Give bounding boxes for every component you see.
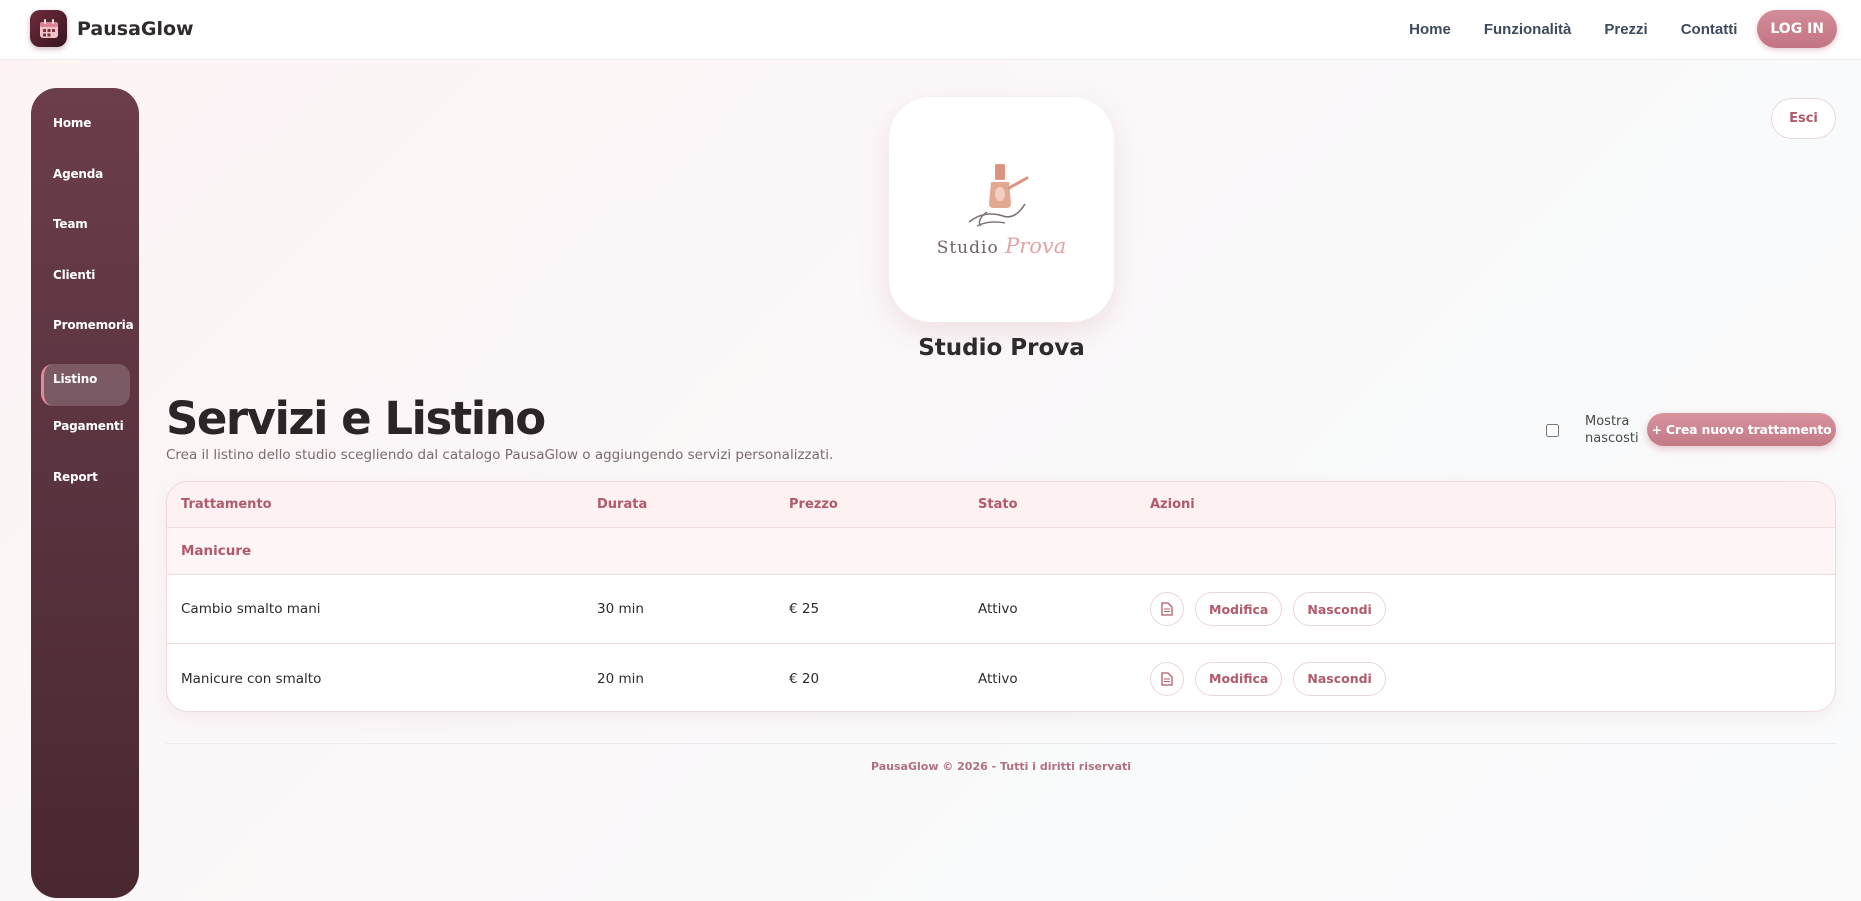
- create-treatment-button[interactable]: + Crea nuovo trattamento: [1647, 413, 1836, 446]
- col-trattamento: Trattamento: [181, 497, 272, 512]
- hide-button[interactable]: Nascondi: [1293, 592, 1386, 626]
- row-name: Cambio smalto mani: [181, 601, 321, 617]
- studio-logo-card: Studio Prova: [889, 97, 1114, 322]
- nav-funzionalita[interactable]: Funzionalità: [1484, 21, 1572, 38]
- row-price: € 25: [789, 601, 820, 617]
- sidebar-item-team[interactable]: Team: [41, 212, 130, 254]
- category-row: Manicure: [167, 528, 1835, 575]
- studio-logo-word: Studio: [936, 237, 999, 258]
- top-bar: PausaGlow Home Funzionalità Prezzi Conta…: [0, 0, 1861, 60]
- studio-logo-text: Studio Prova: [937, 234, 1067, 258]
- show-hidden-checkbox[interactable]: [1546, 423, 1559, 437]
- show-hidden-toggle: Mostra nascosti: [1546, 413, 1641, 447]
- sidebar-item-home[interactable]: Home: [41, 111, 130, 153]
- sidebar-item-report[interactable]: Report: [41, 465, 130, 507]
- sidebar-item-listino[interactable]: Listino: [41, 363, 130, 406]
- calendar-icon: [30, 10, 67, 47]
- edit-button[interactable]: Modifica: [1195, 592, 1283, 626]
- studio-logo-script: Prova: [1005, 233, 1067, 258]
- logout-button[interactable]: Esci: [1771, 98, 1836, 139]
- brand[interactable]: PausaGlow: [30, 10, 194, 47]
- page-title: Servizi e Listino: [166, 392, 546, 445]
- table-header: Trattamento Durata Prezzo Stato Azioni: [167, 482, 1835, 528]
- table-row: Cambio smalto mani 30 min € 25 Attivo Mo…: [167, 575, 1835, 644]
- row-duration: 30 min: [597, 601, 644, 617]
- nav-contatti[interactable]: Contatti: [1681, 21, 1738, 38]
- nav-home[interactable]: Home: [1409, 21, 1451, 38]
- top-nav: Home Funzionalità Prezzi Contatti LOG IN: [1376, 10, 1837, 48]
- nav-prezzi[interactable]: Prezzi: [1604, 21, 1647, 38]
- col-durata: Durata: [597, 497, 648, 512]
- show-hidden-label[interactable]: Mostra nascosti: [1585, 413, 1641, 447]
- document-icon[interactable]: [1150, 661, 1184, 696]
- sidebar-item-promemoria[interactable]: Promemoria: [41, 313, 134, 355]
- footer-divider: [166, 743, 1836, 744]
- row-price: € 20: [789, 670, 820, 687]
- footer-text: PausaGlow © 2026 - Tutti i diritti riser…: [870, 760, 1132, 773]
- row-status: Attivo: [978, 670, 1018, 687]
- page-subtitle: Crea il listino dello studio scegliendo …: [166, 447, 834, 463]
- row-actions: Modifica Nascondi: [1150, 644, 1386, 711]
- edit-button[interactable]: Modifica: [1195, 661, 1283, 696]
- nail-polish-hand-icon: [968, 163, 1028, 227]
- col-stato: Stato: [978, 497, 1018, 512]
- sidebar: Home Agenda Team Clienti Promemoria List…: [31, 88, 139, 898]
- sidebar-item-pagamenti[interactable]: Pagamenti: [41, 414, 130, 456]
- row-duration: 20 min: [597, 670, 644, 687]
- col-azioni: Azioni: [1150, 497, 1195, 512]
- category-label: Manicure: [181, 543, 252, 559]
- sidebar-item-clienti[interactable]: Clienti: [41, 263, 130, 305]
- studio-name: Studio Prova: [918, 335, 1085, 361]
- table-row: Manicure con smalto 20 min € 20 Attivo M…: [167, 644, 1835, 711]
- login-button[interactable]: LOG IN: [1757, 10, 1837, 48]
- col-prezzo: Prezzo: [789, 497, 838, 512]
- hide-button[interactable]: Nascondi: [1293, 661, 1386, 696]
- row-actions: Modifica Nascondi: [1150, 575, 1386, 643]
- sidebar-item-agenda[interactable]: Agenda: [41, 162, 130, 204]
- brand-name: PausaGlow: [77, 17, 194, 40]
- document-icon[interactable]: [1150, 592, 1184, 626]
- services-table: Trattamento Durata Prezzo Stato Azioni M…: [166, 481, 1836, 712]
- row-name: Manicure con smalto: [181, 670, 322, 687]
- row-status: Attivo: [978, 601, 1018, 617]
